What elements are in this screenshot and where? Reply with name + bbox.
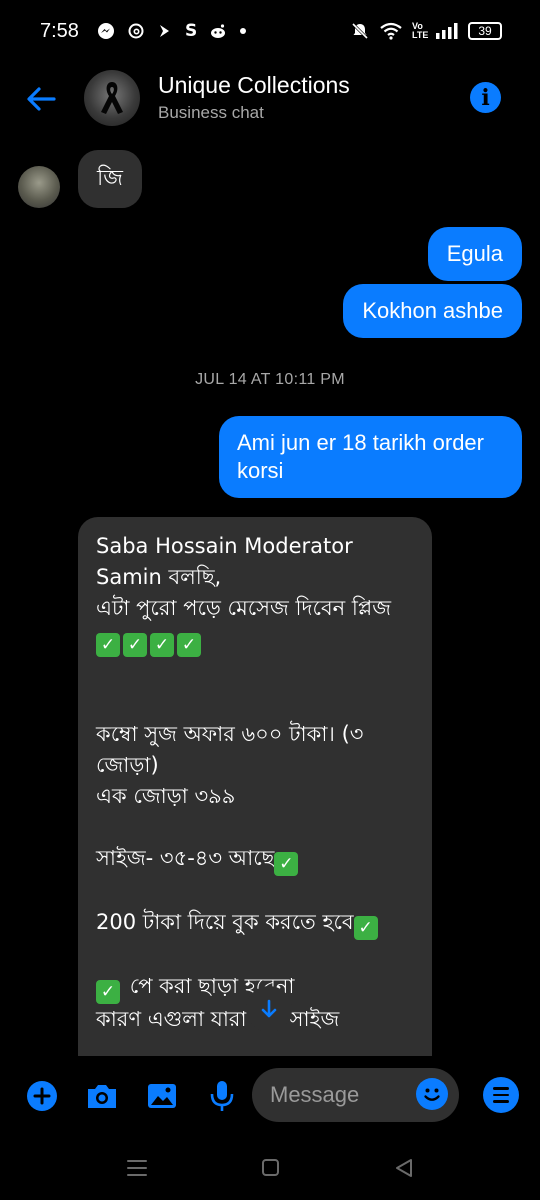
back-arrow-icon[interactable] [24,82,58,116]
sender-avatar[interactable] [18,166,60,208]
status-bar: 7:58 S Vo LTE 39 [0,0,540,62]
message-text: Kokhon ashbe [362,298,503,323]
recent-apps-icon[interactable] [126,1158,148,1178]
check-emoji-icon: ✓ [353,916,378,940]
scroll-to-bottom-button[interactable] [246,986,292,1032]
message-composer [0,1056,540,1136]
status-time: 7:58 [40,19,79,42]
info-icon[interactable]: i [470,82,501,113]
battery-level: 39 [478,24,492,38]
system-icons: Vo LTE 39 [350,21,502,41]
message-line: এটা পুরো পড়ে মেসেজ দিবেন প্লিজ✓ ✓ ✓ ✓ [96,593,414,657]
message-text: Egula [446,241,503,266]
outgoing-message[interactable]: Egula [427,227,522,281]
messenger-icon [97,23,114,39]
back-nav-icon[interactable] [393,1157,415,1179]
arrow-down-icon [261,999,277,1018]
contact-info[interactable]: Unique Collections Business chat [158,72,350,123]
check-emoji-icon: ✓ [96,980,120,1004]
check-emoji-icon: ✓ [96,633,120,657]
s-icon: S [184,20,198,41]
check-emoji-icon: ✓ [123,633,147,657]
volte-indicator: Vo LTE [412,21,429,40]
reddit-icon [211,24,226,38]
menu-icon[interactable] [483,1077,519,1113]
message-line: এক জোড়া ৩৯৯ [96,784,236,808]
signal-icon [436,23,458,39]
check-emoji-icon: ✓ [150,633,174,657]
battery-icon: 39 [468,22,502,40]
message-line: 200 টাকা দিয়ে বুক করতে হবে ✓ [96,907,414,940]
image-icon [148,1084,176,1108]
message-timestamp: JUL 14 AT 10:11 PM [195,371,345,388]
emoji-button[interactable] [416,1078,448,1110]
message-line-text: সাইজ- ৩৫-৪৩ আছে [96,846,275,870]
menu-line [493,1087,509,1090]
system-nav-bar [0,1140,540,1200]
smiley-icon [424,1088,440,1101]
home-icon[interactable] [261,1158,280,1177]
wifi-icon [380,22,402,40]
contact-name: Unique Collections [158,72,350,98]
plus-button[interactable] [24,1078,60,1114]
message-text: জি [97,165,123,191]
message-line: কম্বো সুজ অফার ৬০০ টাকা। (৩ জোড়া) [96,722,371,777]
contact-avatar[interactable] [84,70,140,126]
outgoing-message[interactable]: Ami jun er 18 tarikh order korsi [219,416,522,498]
camera-icon [88,1085,116,1108]
threads-icon [128,23,144,39]
message-line: Saba Hossain Moderator Samin বলছি, [96,534,360,589]
mute-icon [351,22,369,40]
message-line: সাইজ- ৩৫-৪৩ আছে ✓ [96,843,414,876]
outgoing-message[interactable]: Kokhon ashbe [343,284,522,338]
notification-icons: S [97,22,247,40]
menu-line [493,1093,509,1097]
gallery-button[interactable] [144,1078,180,1114]
camera-button[interactable] [84,1078,120,1114]
chat-header: Unique Collections Business chat i [0,62,540,134]
plus-icon [27,1081,57,1111]
dot-icon [240,28,247,34]
check-emoji-icon: ✓ [177,633,201,657]
ribbon-icon [101,82,123,114]
menu-line [493,1100,509,1103]
arrow-icon [159,25,169,37]
check-emoji-icon: ✓ [274,852,299,876]
contact-subtitle: Business chat [158,103,264,122]
voice-button[interactable] [204,1078,240,1114]
microphone-icon [210,1081,234,1111]
message-text: Ami jun er 18 tarikh order korsi [237,430,484,483]
message-line-text: এটা পুরো পড়ে মেসেজ দিবেন প্লিজ [96,596,392,620]
message-line-text: 200 টাকা দিয়ে বুক করতে হবে [96,910,354,934]
incoming-message[interactable]: জি [78,150,142,208]
